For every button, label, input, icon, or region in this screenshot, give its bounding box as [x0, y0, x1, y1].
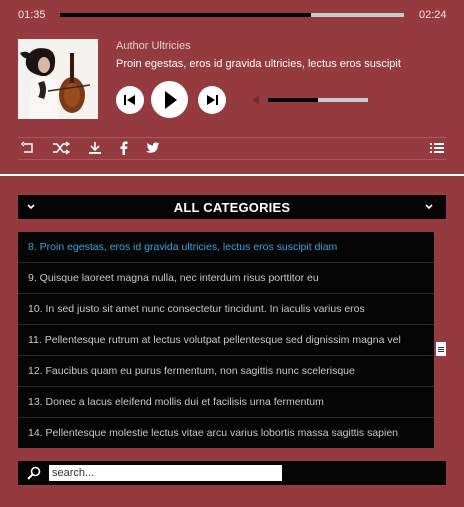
playlist-item-label: 8. Proin egestas, eros id gravida ultric…	[28, 241, 338, 253]
repeat-button[interactable]	[20, 140, 36, 156]
search-input[interactable]	[49, 465, 282, 481]
playlist-item[interactable]: 12. Faucibus quam eu purus fermentum, no…	[18, 356, 434, 387]
next-icon	[207, 95, 218, 105]
search-icon	[27, 466, 41, 480]
playlist-item[interactable]: 10. In sed justo sit amet nunc consectet…	[18, 294, 434, 325]
playlist-item-label: 11. Pellentesque rutrum at lectus volutp…	[28, 334, 401, 346]
twitter-button[interactable]	[144, 140, 160, 156]
progress-fill	[60, 13, 312, 17]
section-divider	[0, 174, 464, 176]
category-selector[interactable]: ALL CATEGORIES	[18, 195, 446, 219]
playlist-scrollbar-handle[interactable]	[436, 342, 446, 356]
play-icon	[164, 90, 177, 109]
facebook-icon	[120, 141, 128, 155]
download-button[interactable]	[87, 140, 103, 156]
playlist-toggle-button[interactable]	[429, 140, 445, 156]
playlist-item-label: 12. Faucibus quam eu purus fermentum, no…	[28, 365, 355, 377]
facebook-button[interactable]	[116, 140, 132, 156]
elapsed-time: 01:35	[18, 9, 46, 21]
volume-slider[interactable]	[268, 98, 368, 102]
playlist-item[interactable]: 14. Pellentesque molestie lectus vitae a…	[18, 418, 434, 449]
progress-bar[interactable]	[60, 13, 404, 17]
total-duration: 02:24	[419, 9, 447, 21]
twitter-icon	[145, 141, 159, 153]
volume-fill	[268, 98, 318, 102]
playlist-item[interactable]: 8. Proin egestas, eros id gravida ultric…	[18, 232, 434, 263]
play-button[interactable]	[151, 81, 188, 118]
download-icon	[89, 142, 101, 154]
previous-button[interactable]	[116, 86, 144, 114]
track-author: Author Ultricies	[116, 40, 191, 52]
playlist-item[interactable]: 9. Quisque laoreet magna nulla, nec inte…	[18, 263, 434, 294]
playlist-item-label: 10. In sed justo sit amet nunc consectet…	[28, 303, 365, 315]
shuffle-button[interactable]	[51, 140, 71, 156]
search-bar	[18, 461, 446, 485]
previous-icon	[124, 95, 135, 105]
player-toolbar	[18, 137, 446, 160]
chevron-down-icon	[425, 204, 433, 210]
playlist-item-label: 14. Pellentesque molestie lectus vitae a…	[28, 427, 399, 439]
playlist: 8. Proin egestas, eros id gravida ultric…	[18, 232, 434, 448]
playlist-item-label: 13. Donec a lacus eleifend mollis dui et…	[28, 396, 324, 408]
playlist-item-label: 9. Quisque laoreet magna nulla, nec inte…	[28, 272, 319, 284]
volume-icon[interactable]	[252, 95, 259, 105]
playlist-item[interactable]: 13. Donec a lacus eleifend mollis dui et…	[18, 387, 434, 418]
playlist-item[interactable]: 11. Pellentesque rutrum at lectus volutp…	[18, 325, 434, 356]
shuffle-icon	[53, 141, 70, 155]
playlist-icon	[430, 143, 444, 153]
track-title: Proin egestas, eros id gravida ultricies…	[116, 58, 401, 70]
album-cover	[18, 39, 98, 119]
next-button[interactable]	[198, 86, 226, 114]
category-title: ALL CATEGORIES	[173, 200, 291, 215]
repeat-icon	[21, 141, 33, 153]
